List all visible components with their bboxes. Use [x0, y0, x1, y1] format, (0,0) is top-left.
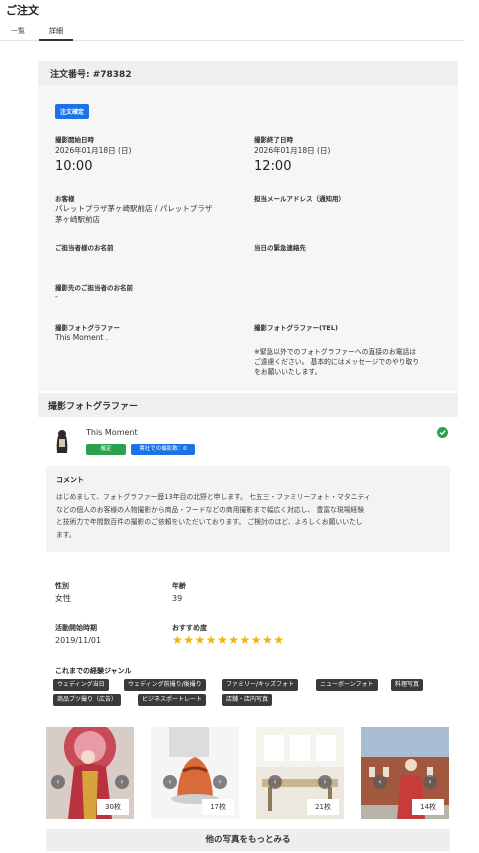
age-label: 年齢 — [172, 582, 186, 590]
genre-tag: ウェディング当日 — [53, 679, 109, 691]
customer-name-line1: パレットプラザ茅ヶ崎駅前店 / パレットプラザ — [55, 204, 213, 213]
photo-album[interactable]: ‹ › 30枚 — [46, 727, 134, 819]
chevron-right-icon[interactable]: › — [423, 775, 437, 789]
order-details-panel: 注文確定 撮影開始日時 2026年01月18日 (日) 10:00 撮影終了日時… — [38, 85, 458, 391]
customer-name-line2: 茅ヶ崎駅前店 — [55, 215, 100, 224]
shoot-count-badge: 貴社での撮影数：0 — [131, 444, 195, 455]
site-contact-label: 撮影先のご担当者のお名前 — [55, 284, 133, 292]
photo-album[interactable]: ‹ › 14枚 — [361, 727, 449, 819]
tel-note-line: ご遠慮ください。 基本的にはメッセージでのやり取り — [254, 358, 420, 366]
tel-note-line: をお願いいたします。 — [254, 368, 322, 376]
genres-label: これまでの経験ジャンル — [55, 667, 132, 675]
end-time: 12:00 — [254, 159, 292, 174]
chevron-right-icon[interactable]: › — [115, 775, 129, 789]
chevron-right-icon[interactable]: › — [213, 775, 227, 789]
genre-tag: ファミリー/キッズフォト — [222, 679, 299, 691]
comment-box: コメント はじめまして、フォトグラファー歴13年目の北野と申します。 七五三・フ… — [46, 466, 450, 552]
confirmed-badge: 確定 — [86, 444, 126, 455]
end-date: 2026年01月18日 (日) — [254, 146, 331, 155]
comment-line: と技術力で年間数百件の撮影のご依頼をいただいております。 ご検討のほど、よろしく… — [56, 518, 363, 526]
comment-label: コメント — [56, 476, 84, 484]
chevron-left-icon[interactable]: ‹ — [51, 775, 65, 789]
comment-text: はじめまして、フォトグラファー歴13年目の北野と申します。 七五三・ファミリーフ… — [56, 491, 440, 541]
photo-count: 21枚 — [307, 799, 339, 815]
chevron-right-icon[interactable]: › — [318, 775, 332, 789]
start-label: 撮影開始日時 — [55, 136, 94, 144]
customer-label: お客様 — [55, 195, 75, 203]
status-badge: 注文確定 — [55, 104, 90, 119]
tel-note: ※緊急以外でのフォトグラファーへの直接のお電話は ご遠慮ください。 基本的にはメ… — [254, 347, 449, 377]
photographer-name[interactable]: This Moment — [86, 428, 138, 437]
genre-tag: ビジネスポートレート — [138, 694, 207, 706]
comment-line: はじめまして、フォトグラファー歴13年目の北野と申します。 七五三・ファミリーフ… — [56, 493, 371, 501]
chevron-left-icon[interactable]: ‹ — [373, 775, 387, 789]
emergency-label: 当日の緊急連絡先 — [254, 244, 306, 252]
comment-line: などの個人のお客様の人物撮影から商品・フードなどの商用撮影まで幅広く対応し、 豊… — [56, 505, 365, 514]
genre-tag: ニューボーンフォト — [316, 679, 378, 691]
photo-album[interactable]: ‹ › 17枚 — [151, 727, 239, 819]
photographer-value: This Moment . — [55, 333, 109, 342]
email-label: 担当メールアドレス（通知用） — [254, 195, 345, 203]
active-since-value: 2019/11/01 — [55, 636, 102, 645]
start-time: 10:00 — [55, 159, 93, 174]
start-date: 2026年01月18日 (日) — [55, 146, 132, 155]
page-title: ご注文 — [6, 4, 39, 17]
more-photos-button[interactable]: 他の写真をもっとみる — [46, 829, 450, 851]
photo-count: 17枚 — [202, 799, 234, 815]
gender-value: 女性 — [55, 594, 71, 603]
photo-count: 14枚 — [412, 799, 444, 815]
chevron-left-icon[interactable]: ‹ — [163, 775, 177, 789]
gender-label: 性別 — [55, 582, 69, 590]
tel-note-line: ※緊急以外でのフォトグラファーへの直接のお電話は — [254, 348, 417, 356]
check-circle-icon — [437, 427, 448, 438]
order-number: 注文番号: #78382 — [38, 61, 458, 85]
site-contact-value: - — [55, 292, 58, 301]
photographer-label: 撮影フォトグラファー — [55, 324, 120, 332]
age-value: 39 — [172, 594, 183, 603]
tab-detail[interactable]: 詳細 — [39, 26, 73, 41]
active-since-label: 活動開始時期 — [55, 624, 97, 632]
photographer-avatar — [52, 427, 72, 455]
photographer-section-title: 撮影フォトグラファー — [38, 393, 458, 417]
photo-count: 30枚 — [97, 799, 129, 815]
comment-line: ます。 — [56, 530, 76, 539]
tab-bar: 一覧 詳細 — [0, 22, 464, 41]
rating-stars: ★★★★★★★★★★ — [172, 633, 285, 647]
contact-label: ご担当者様のお名前 — [55, 244, 114, 252]
genre-tag: 店舗・店内写真 — [222, 694, 273, 706]
photo-album[interactable]: ‹ › 21枚 — [256, 727, 344, 819]
tab-list[interactable]: 一覧 — [11, 26, 25, 36]
photographer-tel-label: 撮影フォトグラファー(TEL) — [254, 324, 338, 332]
genre-tag: 商品ブツ撮り（広告） — [53, 694, 122, 706]
end-label: 撮影終了日時 — [254, 136, 293, 144]
chevron-left-icon[interactable]: ‹ — [268, 775, 282, 789]
genre-tag: 料理写真 — [391, 679, 424, 691]
recommend-label: おすすめ度 — [172, 624, 207, 632]
genre-tag: ウェディング前撮り/後撮り — [124, 679, 206, 691]
